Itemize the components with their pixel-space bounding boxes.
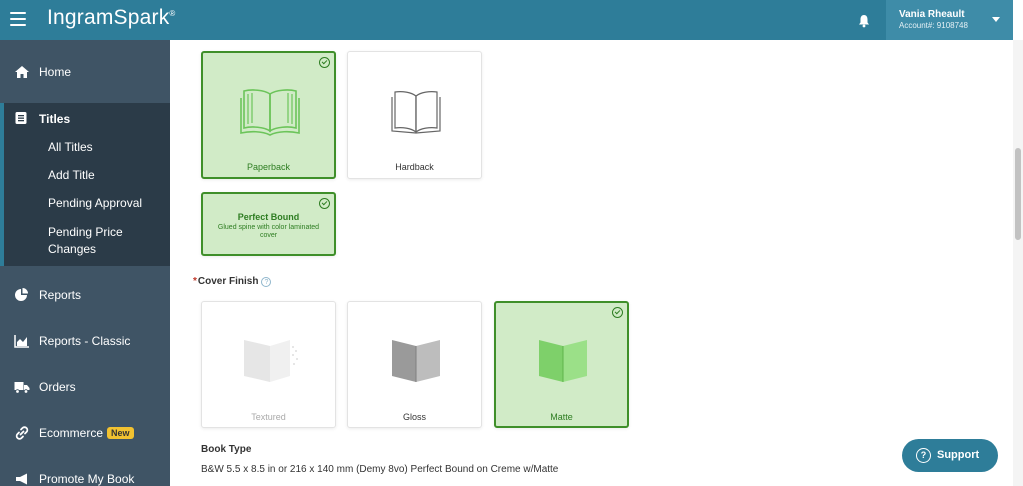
sidebar-item-ecommerce[interactable]: Ecommerce New: [0, 413, 170, 453]
finish-label: Gloss: [402, 412, 426, 422]
sidebar-item-orders[interactable]: Orders: [0, 367, 170, 407]
home-icon: [15, 66, 29, 78]
megaphone-icon: [16, 473, 27, 485]
sidebar-item-reports[interactable]: Reports: [0, 275, 170, 315]
scrollbar-thumb[interactable]: [1015, 148, 1021, 240]
required-marker: *: [193, 276, 197, 287]
cover-finish-label: *Cover Finish?: [193, 276, 272, 287]
support-button[interactable]: ? Support: [902, 439, 998, 472]
binding-description: Glued spine with color laminated cover: [217, 224, 320, 239]
sidebar-group-titles: Titles All Titles Add Title Pending Appr…: [0, 103, 170, 266]
gloss-book-icon: [392, 340, 440, 382]
area-chart-icon: [14, 335, 29, 348]
textured-book-icon: [244, 340, 298, 382]
book-type-value: B&W 5.5 x 8.5 in or 216 x 140 mm (Demy 8…: [201, 464, 559, 475]
sidebar-item-label: Ecommerce New: [39, 426, 134, 440]
support-label: Support: [937, 449, 980, 461]
pie-chart-icon: [15, 288, 28, 301]
link-icon: [15, 426, 29, 440]
help-icon[interactable]: ?: [261, 277, 272, 287]
sidebar-item-label: Reports: [39, 288, 82, 302]
cover-finish-text: Cover Finish: [197, 276, 259, 287]
check-circle-icon: [612, 307, 623, 318]
user-name: Vania Rheault: [899, 9, 965, 20]
sidebar-subitem-pending-price-changes[interactable]: Pending Price Changes: [48, 224, 138, 258]
sidebar-item-promote-my-book[interactable]: Promote My Book: [0, 459, 170, 486]
check-circle-icon: [319, 57, 330, 68]
matte-book-icon: [539, 340, 587, 382]
hamburger-menu-icon[interactable]: [10, 12, 26, 26]
sidebar-item-label: Promote My Book: [39, 472, 135, 486]
format-card-hardback[interactable]: Hardback: [347, 51, 482, 179]
open-book-icon: [240, 89, 300, 136]
finish-card-gloss[interactable]: Gloss: [347, 301, 482, 428]
sidebar-subitem-pending-approval[interactable]: Pending Approval: [48, 195, 142, 212]
finish-label: Matte: [550, 412, 573, 422]
document-icon: [15, 112, 27, 124]
logo-mark: ®: [169, 9, 176, 18]
sidebar-item-reports-classic[interactable]: Reports - Classic: [0, 321, 170, 361]
binding-card-perfect-bound[interactable]: Perfect Bound Glued spine with color lam…: [201, 192, 336, 256]
bell-icon[interactable]: [858, 14, 870, 28]
chevron-down-icon: [992, 17, 1000, 22]
truck-icon: [14, 382, 30, 394]
finish-card-matte[interactable]: Matte: [494, 301, 629, 428]
sidebar-item-label: Orders: [39, 380, 76, 394]
user-menu[interactable]: Vania Rheault Account#: 9108748: [886, 0, 1013, 40]
sidebar-item-label: Reports - Classic: [39, 334, 131, 348]
hardcover-book-icon: [391, 91, 441, 134]
logo-text: IngramSpark: [47, 6, 170, 29]
new-badge: New: [107, 427, 134, 439]
finish-label: Textured: [251, 412, 286, 422]
format-card-paperback[interactable]: Paperback: [201, 51, 336, 179]
check-circle-icon: [319, 198, 330, 209]
binding-title: Perfect Bound: [237, 212, 300, 222]
top-bar: IngramSpark® Vania Rheault Account#: 910…: [0, 0, 1013, 40]
sidebar-subitem-all-titles[interactable]: All Titles: [48, 139, 93, 156]
app-logo[interactable]: IngramSpark®: [47, 6, 176, 30]
ecommerce-label: Ecommerce: [39, 426, 104, 440]
format-label: Paperback: [246, 162, 291, 172]
format-label: Hardback: [395, 162, 434, 172]
page-scrollbar[interactable]: [1013, 40, 1023, 486]
question-circle-icon: ?: [916, 448, 931, 463]
finish-card-textured[interactable]: Textured: [201, 301, 336, 428]
sidebar-item-label: Home: [39, 65, 72, 79]
sidebar-subitem-add-title[interactable]: Add Title: [48, 167, 95, 184]
book-type-label: Book Type: [201, 444, 252, 455]
sidebar-item-titles[interactable]: Titles: [39, 112, 70, 126]
sidebar-item-home[interactable]: Home: [0, 52, 170, 92]
sidebar: Home Titles All Titles Add Title Pending…: [0, 40, 170, 486]
account-number: Account#: 9108748: [899, 21, 968, 30]
